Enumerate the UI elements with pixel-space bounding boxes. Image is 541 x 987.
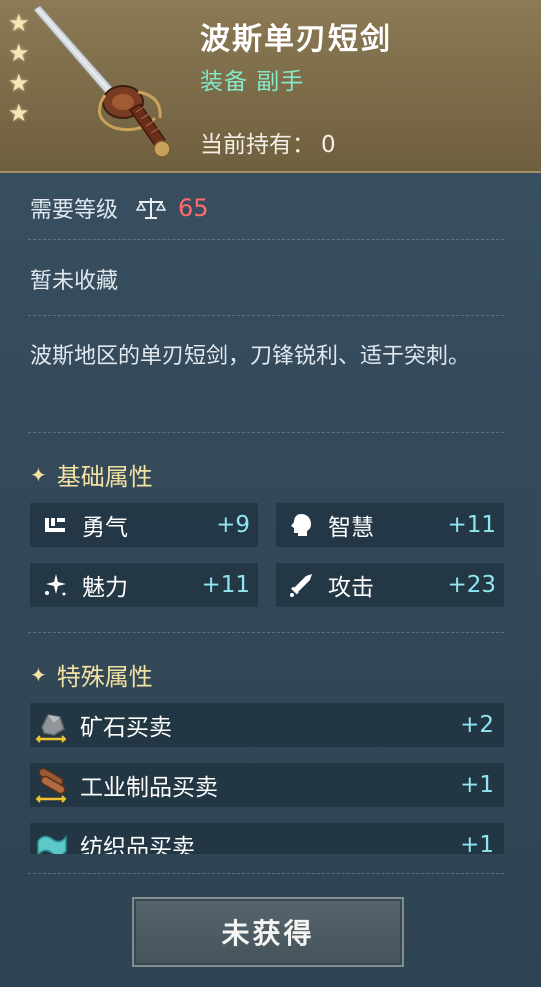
special-label: 矿石买卖 xyxy=(80,715,172,741)
wisdom-head-icon xyxy=(288,512,314,538)
scale-icon xyxy=(136,198,167,219)
attack-sword-icon xyxy=(288,572,314,598)
divider xyxy=(28,632,504,633)
sparkle-icon: ✦ xyxy=(30,462,47,487)
stat-value: +11 xyxy=(201,572,250,598)
special-value: +2 xyxy=(460,712,494,738)
stat-value: +11 xyxy=(447,512,496,538)
divider xyxy=(28,239,504,240)
divider xyxy=(28,315,504,316)
not-obtained-button[interactable]: 未获得 xyxy=(132,897,404,967)
special-industrial-goods-trade: 工业制品买卖 +1 xyxy=(30,763,504,807)
stat-wisdom: 智慧 +11 xyxy=(276,503,504,547)
special-value: +1 xyxy=(460,832,494,854)
stat-label: 攻击 xyxy=(328,575,374,601)
basic-attributes-label: 基础属性 xyxy=(56,463,153,491)
ore-trade-icon xyxy=(34,707,70,743)
special-attributes-label: 特殊属性 xyxy=(56,663,153,691)
stat-value: +23 xyxy=(447,572,496,598)
details-scroll-area[interactable]: 需要等级 65 暂未收藏 波斯地区的单刃短剑，刀锋锐利、适于突刺。 ✦ 基础属性… xyxy=(0,0,541,854)
special-value: +1 xyxy=(460,772,494,798)
charm-sparkle-icon xyxy=(42,572,68,598)
stat-label: 勇气 xyxy=(82,515,128,541)
stat-charm: 魅力 +11 xyxy=(30,563,258,607)
courage-icon xyxy=(42,512,68,538)
stat-label: 魅力 xyxy=(82,575,128,601)
divider xyxy=(28,432,504,433)
textile-trade-icon xyxy=(34,827,70,854)
stat-courage: 勇气 +9 xyxy=(30,503,258,547)
sparkle-icon: ✦ xyxy=(30,662,47,687)
divider xyxy=(28,873,504,874)
stat-attack: 攻击 +23 xyxy=(276,563,504,607)
industrial-goods-trade-icon xyxy=(34,767,70,803)
item-description: 波斯地区的单刃短剑，刀锋锐利、适于突刺。 xyxy=(30,344,471,369)
collection-status: 暂未收藏 xyxy=(30,269,119,294)
special-attributes-title: ✦ 特殊属性 xyxy=(30,657,153,692)
special-textile-trade: 纺织品买卖 +1 xyxy=(30,823,504,854)
required-level-value: 65 xyxy=(178,194,209,222)
stat-value: +9 xyxy=(216,512,250,538)
special-label: 工业制品买卖 xyxy=(80,775,218,801)
required-level-row: 需要等级 65 xyxy=(30,192,209,224)
item-tooltip-panel: ★ ★ ★ ★ 波斯单刃短剑 装备 副手 当前持有： 0 需要等级 65 暂未收… xyxy=(0,0,541,987)
special-label: 纺织品买卖 xyxy=(80,835,195,854)
special-ore-trade: 矿石买卖 +2 xyxy=(30,703,504,747)
required-level-label: 需要等级 xyxy=(30,198,119,223)
stat-label: 智慧 xyxy=(328,515,374,541)
basic-attributes-title: ✦ 基础属性 xyxy=(30,457,153,492)
